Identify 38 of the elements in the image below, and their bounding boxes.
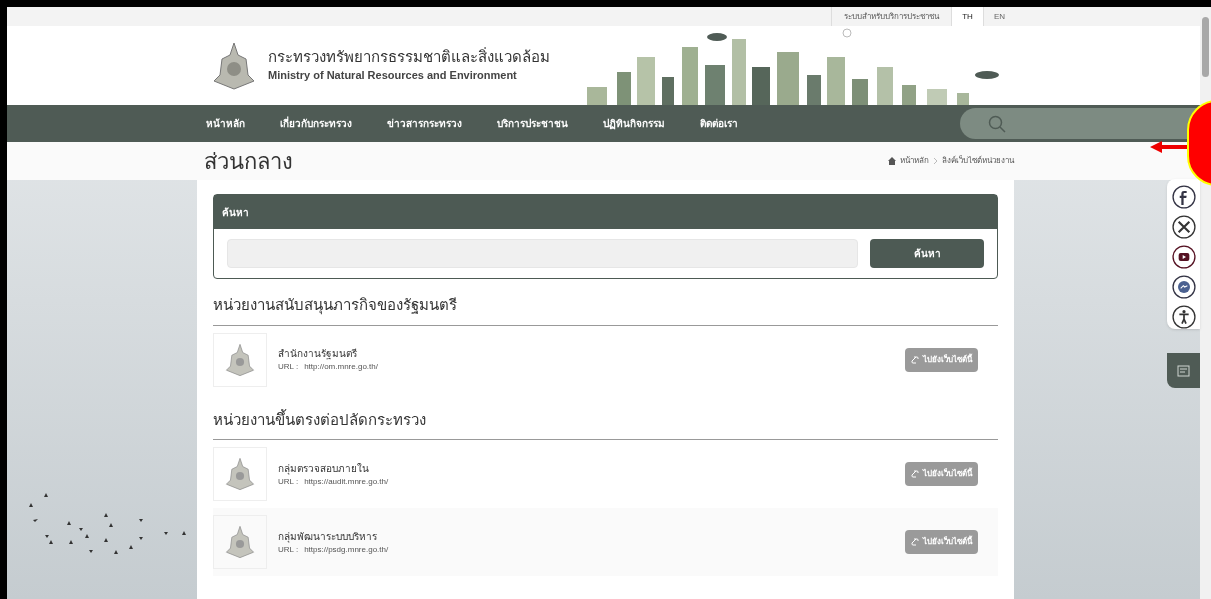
url-label: URL : xyxy=(278,361,299,373)
accessibility-icon[interactable] xyxy=(1171,305,1196,329)
emblem-icon xyxy=(225,342,255,377)
search-input[interactable] xyxy=(227,239,858,268)
page-title: ส่วนกลาง xyxy=(204,147,293,176)
search-button[interactable]: ค้นหา xyxy=(870,239,984,268)
nav-link[interactable]: ข่าวสารกระทรวง xyxy=(387,116,462,131)
agency-name: สำนักงานรัฐมนตรี xyxy=(278,347,358,361)
emblem-icon xyxy=(225,457,255,491)
x-icon[interactable] xyxy=(1171,215,1196,239)
nav-link[interactable]: ปฏิทินกิจกรรม xyxy=(603,116,665,131)
home-icon xyxy=(888,157,896,165)
emblem-icon xyxy=(225,525,255,559)
search-card-title: ค้นหา xyxy=(214,195,997,229)
agency-name: กลุ่มตรวจสอบภายใน xyxy=(278,461,370,476)
language-tab[interactable]: TH xyxy=(951,7,983,26)
facebook-icon[interactable] xyxy=(1171,185,1196,209)
breadcrumb-link[interactable]: หน้าหลัก xyxy=(900,155,929,167)
url-text: http://om.mnre.go.th/ xyxy=(304,361,378,373)
ministry-name-thai: กระทรวงทรัพยากรธรรมชาติและสิ่งแวดล้อม xyxy=(268,47,550,67)
ministry-emblem-icon xyxy=(212,40,256,91)
url-label: URL : xyxy=(278,543,299,556)
url-label: URL : xyxy=(278,475,299,488)
section-heading: หน่วยงานสนับสนุนภารกิจของรัฐมนตรี xyxy=(213,279,998,326)
nav-link[interactable]: บริการประชาชน xyxy=(497,116,568,131)
nav-link[interactable]: ติดต่อเรา xyxy=(700,116,738,131)
agency-name: กลุ่มพัฒนาระบบบริหาร xyxy=(278,529,378,544)
breadcrumb-link[interactable]: ลิงค์เว็บไซต์หน่วยงาน xyxy=(942,155,1014,167)
url-text: https://psdg.mnre.go.th/ xyxy=(304,543,389,556)
note-icon xyxy=(1176,363,1191,378)
panel-toggle-button[interactable] xyxy=(1167,353,1200,388)
ministry-name-english: Ministry of Natural Resources and Environment xyxy=(268,67,518,83)
nav-link[interactable]: เกี่ยวกับกระทรวง xyxy=(280,116,352,131)
youtube-icon[interactable] xyxy=(1171,245,1196,269)
messenger-icon[interactable] xyxy=(1171,275,1196,299)
chevron-icon xyxy=(933,158,938,164)
url-text: https://audit.mnre.go.th/ xyxy=(304,475,389,488)
nav-link[interactable]: หน้าหลัก xyxy=(206,116,245,131)
